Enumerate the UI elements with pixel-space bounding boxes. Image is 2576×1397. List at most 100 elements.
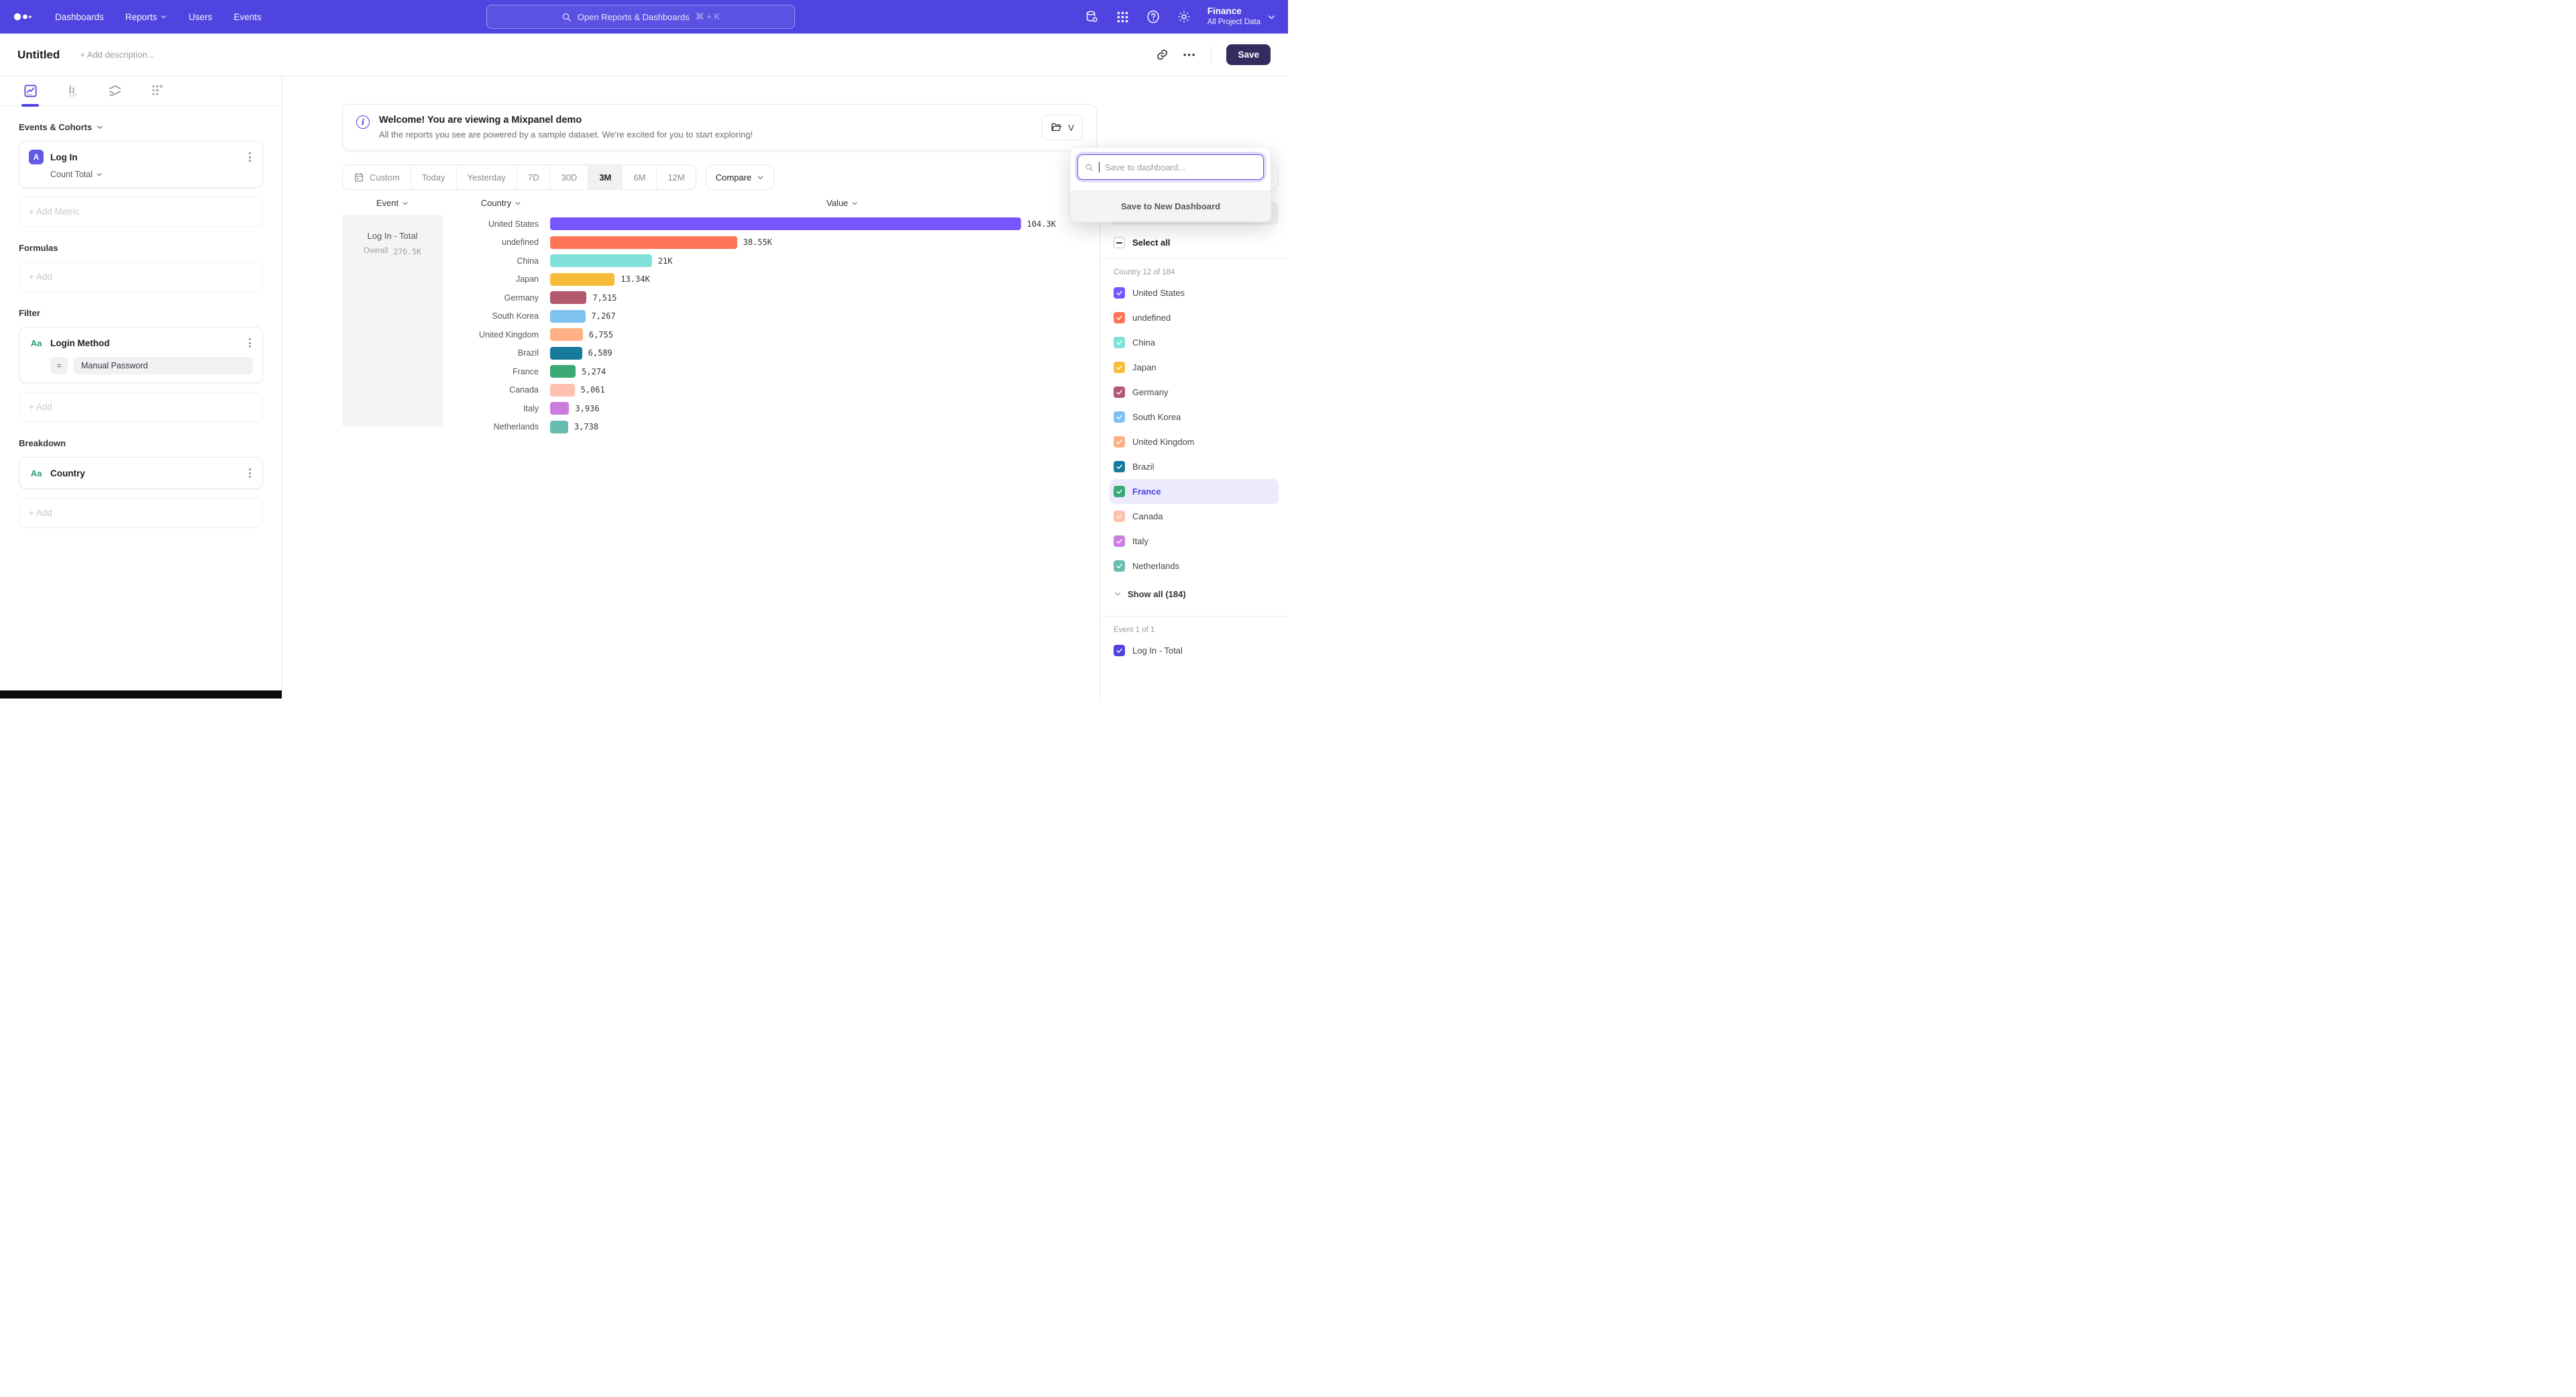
project-switcher[interactable]: Finance All Project Data [1208, 6, 1276, 27]
nav-item[interactable]: Events [233, 12, 261, 22]
country-checkbox-checked[interactable] [1114, 560, 1125, 572]
country-option-row[interactable]: China [1110, 330, 1279, 355]
country-checkbox-checked[interactable] [1114, 287, 1125, 299]
add-metric-button[interactable]: + Add Metric [19, 197, 263, 227]
time-range-option[interactable]: 12M [657, 165, 695, 189]
country-checkbox-checked[interactable] [1114, 486, 1125, 497]
value-column-header[interactable]: Value [826, 198, 858, 208]
value-bar[interactable] [550, 217, 1021, 230]
country-option-row[interactable]: undefined [1110, 305, 1279, 330]
formulas-section-title: Formulas [19, 243, 263, 253]
filter-operator[interactable]: = [50, 357, 68, 374]
nav-items: Dashboards Reports Users Events [55, 12, 262, 22]
country-label: Netherlands [452, 422, 550, 431]
mixpanel-logo[interactable] [12, 10, 35, 23]
time-range-option[interactable]: Yesterday [457, 165, 517, 189]
value-bar[interactable] [550, 402, 569, 415]
country-checkbox-checked[interactable] [1114, 535, 1125, 547]
add-breakdown-button[interactable]: + Add [19, 498, 263, 528]
value-bar[interactable] [550, 291, 586, 304]
country-option-row[interactable]: Japan [1110, 355, 1279, 380]
value-bar[interactable] [550, 328, 583, 341]
tab-retention[interactable] [150, 76, 165, 106]
country-option-row[interactable]: United States [1110, 280, 1279, 305]
time-range-option[interactable]: Custom [343, 165, 411, 189]
time-range-option[interactable]: 3M [588, 165, 623, 189]
country-label: Brazil [452, 348, 550, 358]
time-range-option[interactable]: Today [411, 165, 457, 189]
settings-gear-icon[interactable] [1177, 9, 1191, 24]
country-checkbox-checked[interactable] [1114, 362, 1125, 373]
more-actions-button[interactable]: ••• [1183, 50, 1197, 60]
compare-button[interactable]: Compare [706, 164, 774, 190]
nav-item[interactable]: Reports [125, 12, 167, 22]
time-range-option[interactable]: 30D [550, 165, 588, 189]
data-management-icon[interactable] [1085, 9, 1099, 24]
country-option-row[interactable]: Canada [1110, 504, 1279, 529]
country-checkbox-checked[interactable] [1114, 386, 1125, 398]
value-bar[interactable] [550, 421, 568, 433]
save-dashboard-input[interactable] [1105, 162, 1256, 172]
value-bar[interactable] [550, 347, 582, 360]
banner-view-button[interactable]: V [1042, 115, 1083, 140]
tab-insights[interactable] [23, 76, 38, 106]
metric-event-name[interactable]: Log In [50, 152, 78, 162]
time-range-option[interactable]: 7D [517, 165, 551, 189]
country-option-row[interactable]: United Kingdom [1110, 429, 1279, 454]
events-section-title[interactable]: Events & Cohorts [19, 122, 263, 132]
show-all-toggle[interactable]: Show all (184) [1110, 582, 1279, 606]
add-description[interactable]: + Add description... [80, 50, 154, 60]
select-all-checkbox-indeterminate[interactable] [1114, 237, 1125, 248]
country-checkbox-checked[interactable] [1114, 461, 1125, 472]
metric-aggregation-dropdown[interactable]: Count Total [50, 170, 253, 179]
add-filter-button[interactable]: + Add [19, 392, 263, 422]
country-checkbox-checked[interactable] [1114, 436, 1125, 448]
save-to-new-dashboard-button[interactable]: Save to New Dashboard [1071, 191, 1271, 221]
value-bar[interactable] [550, 384, 575, 397]
filter-property-name[interactable]: Login Method [50, 338, 109, 348]
country-option-row[interactable]: France [1110, 479, 1279, 504]
filter-value[interactable]: Manual Password [74, 357, 253, 374]
country-option-row[interactable]: Netherlands [1110, 554, 1279, 578]
event-column-header[interactable]: Event [342, 198, 443, 208]
tab-funnels[interactable] [65, 76, 80, 106]
country-option-row[interactable]: South Korea [1110, 405, 1279, 429]
tab-flows[interactable] [107, 76, 123, 106]
nav-item[interactable]: Users [189, 12, 212, 22]
breakdown-menu-button[interactable] [247, 466, 253, 480]
event-total-cell[interactable]: Log In - Total Overall 276.5K [342, 215, 443, 427]
metric-card[interactable]: A Log In Count Total [19, 141, 263, 188]
country-option-row[interactable]: Brazil [1110, 454, 1279, 479]
breakdown-property-name[interactable]: Country [50, 468, 85, 478]
country-option-row[interactable]: Germany [1110, 380, 1279, 405]
save-dashboard-search[interactable] [1077, 154, 1264, 180]
country-checkbox-checked[interactable] [1114, 337, 1125, 348]
select-all-row[interactable]: Select all [1110, 237, 1279, 248]
help-icon[interactable] [1146, 9, 1161, 24]
metric-menu-button[interactable] [247, 150, 253, 164]
value-bar[interactable] [550, 365, 576, 378]
value-bar[interactable] [550, 236, 737, 249]
save-button[interactable]: Save [1226, 44, 1271, 65]
value-bar[interactable] [550, 310, 586, 323]
add-formula-button[interactable]: + Add [19, 262, 263, 292]
filter-card[interactable]: Aa Login Method = Manual Password [19, 327, 263, 383]
time-range-option[interactable]: 6M [623, 165, 657, 189]
country-checkbox-checked[interactable] [1114, 312, 1125, 323]
report-title[interactable]: Untitled [17, 48, 60, 62]
event-checkbox-checked[interactable] [1114, 645, 1125, 656]
country-column-header[interactable]: Country [452, 198, 550, 208]
country-option-row[interactable]: Italy [1110, 529, 1279, 554]
country-label: Germany [452, 293, 550, 303]
copy-link-icon[interactable] [1156, 48, 1169, 61]
event-option-row[interactable]: Log In - Total [1110, 638, 1279, 663]
global-search-button[interactable]: Open Reports & Dashboards ⌘ + K [486, 5, 795, 29]
value-bar[interactable] [550, 254, 652, 267]
breakdown-card[interactable]: Aa Country [19, 457, 263, 489]
country-checkbox-checked[interactable] [1114, 411, 1125, 423]
filter-menu-button[interactable] [247, 336, 253, 350]
apps-grid-icon[interactable] [1116, 10, 1130, 24]
value-bar[interactable] [550, 273, 614, 286]
nav-item[interactable]: Dashboards [55, 12, 104, 22]
country-checkbox-checked[interactable] [1114, 511, 1125, 522]
